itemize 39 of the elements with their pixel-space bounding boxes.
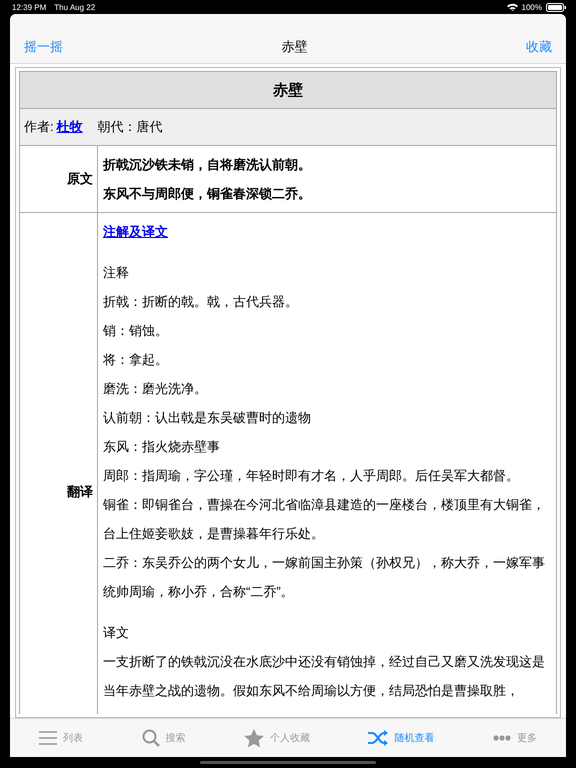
wifi-icon [506,3,518,11]
translation-text: 一支折断了的铁戟沉没在水底沙中还没有销蚀掉，经过自己又磨又洗发现这是当年赤壁之战的遗物。假如东风不给周瑜以方便，结局恐怕是曹操取胜， [103,653,546,700]
more-icon [492,735,511,741]
tab-item[interactable]: 搜索 [134,725,194,751]
favorite-link[interactable]: 收藏 [526,38,552,56]
poem-line: 折戟沉沙铁未销，自将磨洗认前朝。 [103,156,312,174]
author-label: 作者: [24,118,54,136]
tab-item[interactable]: 随机查看 [360,726,442,750]
tab-item[interactable]: 列表 [31,727,92,749]
dynasty-text: 朝代：唐代 [98,118,163,136]
list-icon [39,731,58,745]
note-text: 认前朝：认出戟是东吴破曹时的遗物 [103,409,312,427]
note-text: 将：拿起。 [103,351,169,369]
note-text: 二乔：东吴乔公的两个女儿，一嫁前国主孙策（孙权兄），称大乔，一嫁军事统帅周瑜，称小乔，合称“二乔”。 [103,554,546,601]
notes-heading: 注释 [103,264,130,282]
shake-link[interactable]: 摇一摇 [24,38,63,56]
battery-percent: 100% [522,2,542,12]
shuffle-icon [368,730,388,746]
status-time: 12:39 PM [12,2,46,12]
poem-line: 东风不与周郎便，铜雀春深锁二乔。 [103,185,312,203]
row-label: 翻译 [20,213,98,714]
note-text: 周郎：指周瑜，字公瑾，年轻时即有才名，人乎周郎。后任吴军大都督。 [103,467,520,485]
note-text: 折戟：折断的戟。戟，古代兵器。 [103,293,299,311]
note-text: 磨洗：磨光洗净。 [103,380,208,398]
tab-item[interactable]: 更多 [484,727,545,749]
battery-icon [546,2,566,12]
notes-link[interactable]: 注解及译文 [103,224,168,239]
row-label: 原文 [20,146,98,212]
nav-title: 赤壁 [282,38,308,56]
status-date: Thu Aug 22 [54,2,96,12]
note-text: 销：销蚀。 [103,322,169,340]
poem-title: 赤壁 [19,71,557,109]
star-icon [244,728,264,748]
tab-item[interactable]: 个人收藏 [236,724,318,752]
author-link[interactable]: 杜牧 [56,118,83,136]
translation-heading: 译文 [103,624,130,642]
note-text: 铜雀：即铜雀台，曹操在今河北省临漳县建造的一座楼台，楼顶里有大铜雀，台上住姬妾歌妓，是曹操暮年行乐处。 [103,496,546,543]
note-text: 东风：指火烧赤壁事 [103,438,221,456]
search-icon [142,729,160,747]
